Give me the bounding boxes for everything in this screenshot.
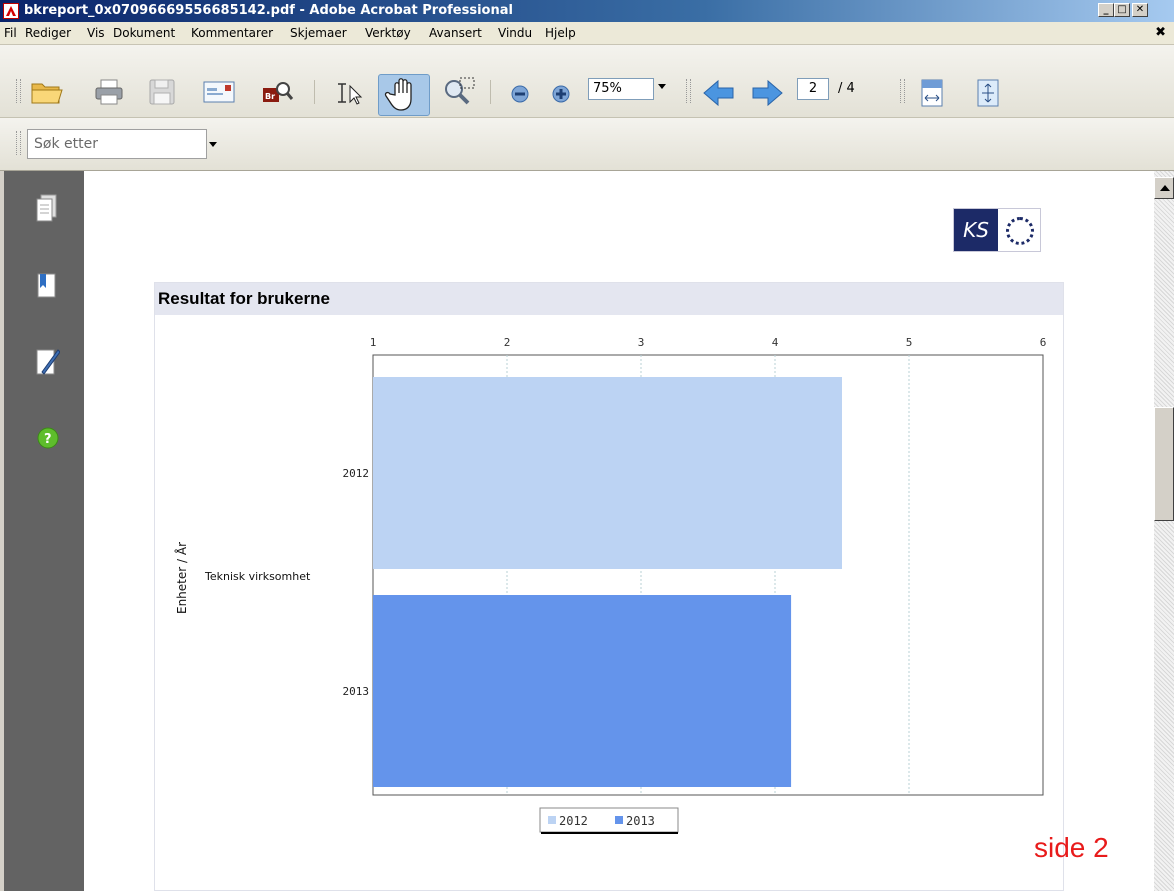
x-tick-label: 4 [772,336,779,349]
group-label: Teknisk virksomhet [204,570,311,583]
legend-label: 2013 [626,814,655,828]
scroll-up-arrow-icon[interactable] [1154,177,1174,199]
bar-2013 [373,595,792,787]
bar-2012 [373,377,842,569]
category-label: 2012 [343,467,370,480]
vertical-scrollbar[interactable] [1154,171,1174,891]
x-tick-label: 2 [504,336,511,349]
legend-swatch-2013 [615,816,623,824]
bar-chart: 1 2 3 4 5 6 2012 2013 Teknisk virksomhet Enheter … [174,336,1047,834]
category-label: 2013 [343,685,370,698]
x-tick-label: 6 [1040,336,1047,349]
x-tick-label: 3 [638,336,645,349]
document-close-icon[interactable]: ✖ [1155,25,1166,40]
x-tick-label: 1 [370,336,377,349]
legend-swatch-2012 [548,816,556,824]
scroll-thumb[interactable] [1154,407,1174,521]
y-axis-title: Enheter / År [174,542,189,614]
legend-label: 2012 [559,814,588,828]
x-tick-label: 5 [906,336,913,349]
page-label: side 2 [1034,832,1109,863]
